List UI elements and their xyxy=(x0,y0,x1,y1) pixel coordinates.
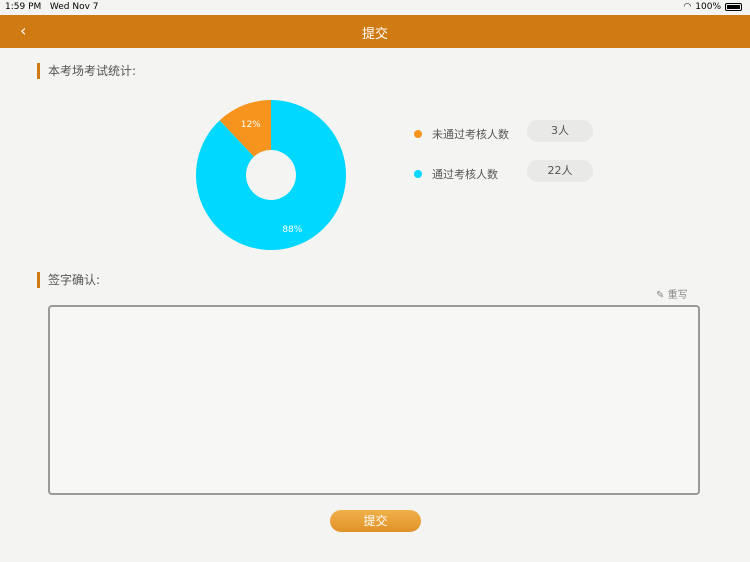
legend-dot xyxy=(414,130,422,138)
legend-label: 未通过考核人数 xyxy=(432,128,509,141)
rewrite-button[interactable]: ✎ 重写 xyxy=(656,286,688,301)
slice-label: 88% xyxy=(282,225,302,235)
count-badge: 22人 xyxy=(527,160,593,182)
legend-dot xyxy=(414,170,422,178)
rewrite-label: 重写 xyxy=(667,290,688,301)
sign-section-title: 签字确认: xyxy=(37,272,100,288)
count-badge: 3人 xyxy=(527,120,593,142)
legend-item-passed: 通过考核人数 22人 xyxy=(414,160,593,182)
slice-label: 12% xyxy=(241,120,261,130)
pencil-icon: ✎ xyxy=(656,290,665,301)
submit-button[interactable]: 提交 xyxy=(330,510,421,532)
legend-label: 通过考核人数 xyxy=(432,168,498,181)
signature-pad[interactable] xyxy=(48,305,700,495)
pie-slice xyxy=(196,100,347,250)
legend-item-failed: 未通过考核人数 3人 xyxy=(414,120,593,142)
